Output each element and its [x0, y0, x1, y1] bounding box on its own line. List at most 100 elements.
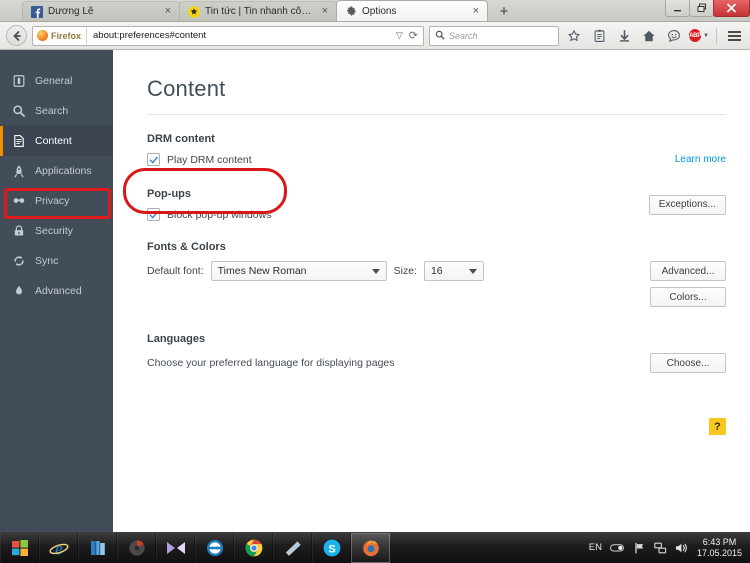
block-popups-label: Block pop-up windows: [167, 209, 271, 221]
facebook-icon: [31, 6, 43, 18]
media-app-icon[interactable]: [117, 533, 156, 563]
choose-button[interactable]: Choose...: [650, 353, 726, 373]
browser-tab-active[interactable]: Options ×: [336, 0, 488, 21]
sidebar-item-label: Sync: [35, 255, 58, 267]
restore-button[interactable]: [689, 0, 714, 17]
gear-icon: [345, 5, 357, 17]
content-pane: Content DRM content Play DRM content Lea…: [113, 50, 750, 532]
title-divider: [147, 114, 726, 115]
downloads-icon[interactable]: [614, 25, 634, 47]
advanced-icon: [12, 284, 26, 298]
clock[interactable]: 6:43 PM 17.05.2015: [697, 537, 742, 559]
default-font-label: Default font:: [147, 265, 204, 277]
sidebar-item-security[interactable]: Security: [0, 216, 113, 246]
reading-list-icon[interactable]: [589, 25, 609, 47]
font-size-value: 16: [431, 265, 443, 277]
font-size-select[interactable]: 16: [424, 261, 484, 281]
reload-icon[interactable]: ⟳: [409, 29, 418, 42]
drm-section: DRM content Play DRM content Learn more: [147, 133, 726, 166]
sidebar-item-applications[interactable]: Applications: [0, 156, 113, 186]
skype-icon[interactable]: S: [312, 533, 351, 563]
colors-button[interactable]: Colors...: [650, 287, 726, 307]
sidebar-item-advanced[interactable]: Advanced: [0, 276, 113, 306]
play-drm-checkbox[interactable]: [147, 153, 160, 166]
languages-heading: Languages: [147, 333, 726, 345]
url-text[interactable]: about:preferences#content: [87, 30, 396, 41]
privacy-mask-icon: [12, 194, 26, 208]
flag-action-center-icon[interactable]: [634, 542, 646, 554]
block-popups-checkbox-row[interactable]: Block pop-up windows: [147, 208, 271, 221]
preferences-page: General Search Content Applications Priv: [0, 50, 750, 532]
play-drm-checkbox-row[interactable]: Play DRM content: [147, 153, 252, 166]
chevron-down-icon: [372, 269, 380, 274]
adblock-badge-label: ABP: [689, 29, 701, 42]
block-popups-checkbox[interactable]: [147, 208, 160, 221]
new-tab-button[interactable]: +: [491, 1, 517, 21]
search-bar[interactable]: Search: [429, 26, 559, 46]
svg-text:e: e: [55, 538, 63, 558]
start-button[interactable]: [0, 533, 39, 563]
search-icon: [12, 104, 26, 118]
default-font-select[interactable]: Times New Roman: [211, 261, 387, 281]
clock-time: 6:43 PM: [697, 537, 742, 548]
tab-close-button[interactable]: ×: [163, 6, 173, 17]
search-input[interactable]: Search: [449, 31, 478, 41]
sidebar-item-sync[interactable]: Sync: [0, 246, 113, 276]
minimize-button[interactable]: [665, 0, 690, 17]
sidebar-item-content[interactable]: Content: [0, 126, 113, 156]
identity-label: Firefox: [51, 31, 81, 41]
advanced-button[interactable]: Advanced...: [650, 261, 726, 281]
font-size-label: Size:: [394, 265, 417, 277]
adblock-plus-icon[interactable]: ABP ▼: [689, 25, 709, 47]
file-explorer-icon[interactable]: [78, 533, 117, 563]
sidebar-item-general[interactable]: General: [0, 66, 113, 96]
movie-maker-icon[interactable]: [156, 533, 195, 563]
windows-taskbar: e S EN 6:43 PM: [0, 532, 750, 563]
language-indicator[interactable]: EN: [589, 542, 602, 553]
languages-description: Choose your preferred language for displ…: [147, 357, 395, 369]
back-button[interactable]: [6, 25, 27, 46]
popups-section: Pop-ups Block pop-up windows Exceptions.…: [147, 188, 726, 221]
teamviewer-icon[interactable]: [195, 533, 234, 563]
tab-strip: Dương Lê × Tin tức | Tin nhanh công n...…: [0, 0, 750, 22]
tab-close-button[interactable]: ×: [471, 6, 481, 17]
close-button[interactable]: [713, 0, 750, 17]
fonts-colors-section: Fonts & Colors Default font: Times New R…: [147, 241, 726, 307]
navigation-toolbar: Firefox about:preferences#content ▽ ⟳ Se…: [0, 22, 750, 50]
applications-icon: [12, 164, 26, 178]
home-icon[interactable]: [639, 25, 659, 47]
system-tray: EN 6:43 PM 17.05.2015: [579, 532, 750, 563]
smiley-feedback-icon[interactable]: [664, 25, 684, 47]
fonts-buttons: Advanced... Colors...: [650, 261, 726, 307]
battery-icon[interactable]: [610, 543, 626, 553]
default-font-value: Times New Roman: [218, 265, 307, 277]
internet-explorer-icon[interactable]: e: [39, 533, 78, 563]
sidebar-item-search[interactable]: Search: [0, 96, 113, 126]
exceptions-button[interactable]: Exceptions...: [649, 195, 726, 215]
bookmark-star-icon[interactable]: [564, 25, 584, 47]
window-controls: [666, 0, 750, 18]
volume-icon[interactable]: [675, 542, 689, 554]
firefox-icon[interactable]: [351, 533, 390, 563]
url-bar-actions: ▽ ⟳: [396, 29, 423, 42]
site-identity-badge[interactable]: Firefox: [33, 27, 87, 45]
sidebar-item-label: Security: [35, 225, 73, 237]
help-button[interactable]: ?: [709, 418, 726, 435]
tab-close-button[interactable]: ×: [320, 6, 330, 17]
sidebar-item-label: Privacy: [35, 195, 69, 207]
sidebar-item-privacy[interactable]: Privacy: [0, 186, 113, 216]
search-icon: [435, 27, 445, 45]
sidebar-item-label: Applications: [35, 165, 92, 177]
sidebar-item-label: Content: [35, 135, 72, 147]
history-dropmarker-icon[interactable]: ▽: [396, 30, 403, 41]
chrome-icon[interactable]: [234, 533, 273, 563]
browser-tab[interactable]: Tin tức | Tin nhanh công n... ×: [179, 1, 337, 21]
network-icon[interactable]: [654, 542, 667, 554]
clock-date: 17.05.2015: [697, 548, 742, 559]
onenote-icon[interactable]: [273, 533, 312, 563]
url-bar[interactable]: Firefox about:preferences#content ▽ ⟳: [32, 26, 424, 46]
learn-more-link[interactable]: Learn more: [675, 154, 726, 165]
menu-hamburger-icon[interactable]: [724, 25, 744, 47]
browser-tab[interactable]: Dương Lê ×: [22, 1, 180, 21]
firefox-logo-icon: [37, 30, 48, 41]
